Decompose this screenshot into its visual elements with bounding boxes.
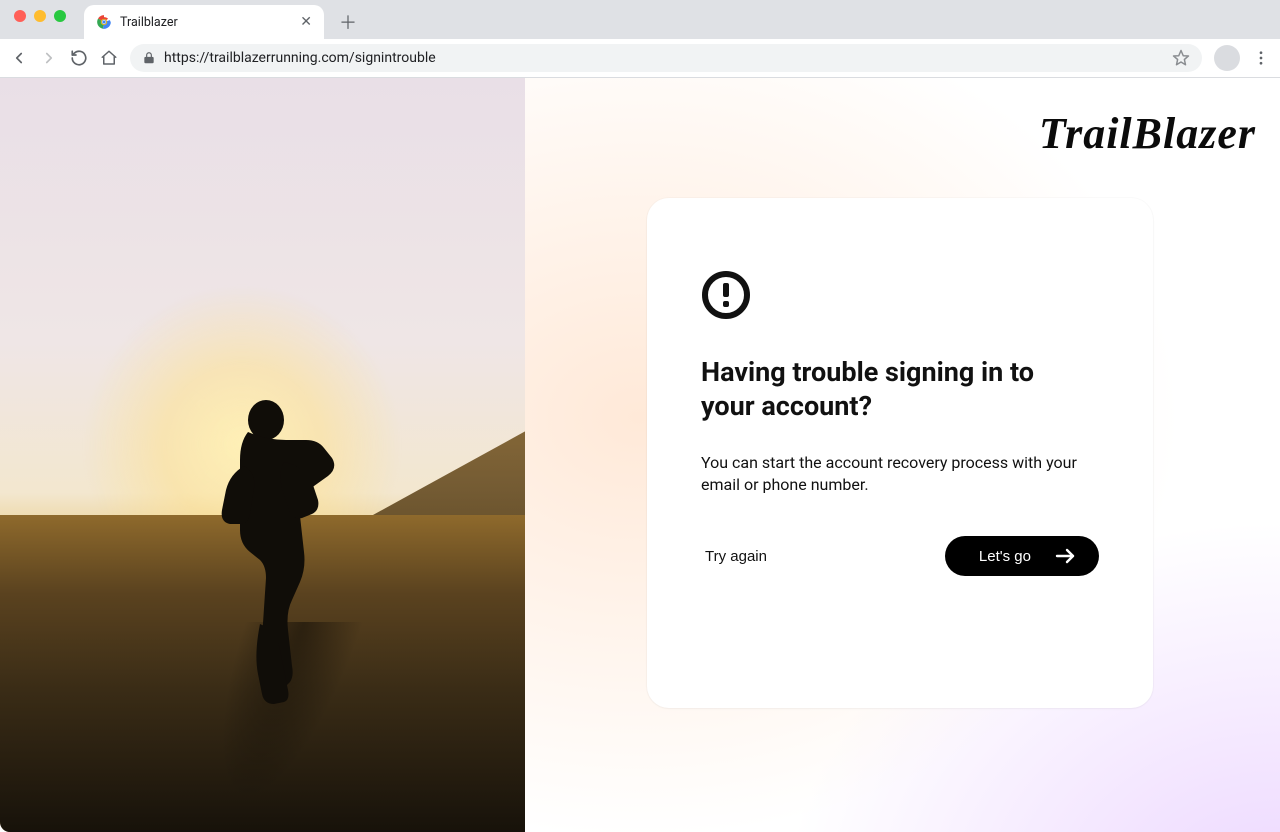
runner-silhouette-icon [188,392,338,726]
try-again-link[interactable]: Try again [701,540,771,573]
window-close-button[interactable] [14,10,26,22]
browser-toolbar: https://trailblazerrunning.com/signintro… [0,39,1280,77]
right-pane: TrailBlazer Having trouble signing in to… [525,78,1280,832]
profile-avatar[interactable] [1214,45,1240,71]
favicon-icon [96,14,112,30]
browser-chrome: Trailblazer ✕ ＋ https://trailblazerrunni… [0,0,1280,78]
brand-logo: TrailBlazer [1039,108,1256,159]
card-actions: Try again Let's go [701,536,1099,576]
window-minimize-button[interactable] [34,10,46,22]
card-heading: Having trouble signing in to your accoun… [701,356,1081,424]
lets-go-button[interactable]: Let's go [945,536,1099,576]
lock-icon [142,51,156,65]
lets-go-label: Let's go [979,548,1031,565]
alert-icon [701,270,1099,324]
browser-tab[interactable]: Trailblazer ✕ [84,5,324,39]
tab-title: Trailblazer [120,15,292,30]
window-controls [10,0,74,39]
tabstrip: Trailblazer ✕ ＋ [0,0,1280,39]
kebab-menu-icon[interactable] [1252,49,1270,67]
home-button[interactable] [100,49,118,67]
address-bar[interactable]: https://trailblazerrunning.com/signintro… [130,44,1202,72]
window-maximize-button[interactable] [54,10,66,22]
url-text: https://trailblazerrunning.com/signintro… [164,50,1164,66]
hero-image [0,78,525,832]
bookmark-star-icon[interactable] [1172,49,1190,67]
page-content: TrailBlazer Having trouble signing in to… [0,78,1280,832]
recovery-card: Having trouble signing in to your accoun… [647,198,1153,708]
card-body: You can start the account recovery proce… [701,452,1081,497]
back-button[interactable] [10,49,28,67]
new-tab-button[interactable]: ＋ [334,8,362,36]
forward-button[interactable] [40,49,58,67]
tab-close-button[interactable]: ✕ [300,14,312,30]
arrow-right-icon [1055,547,1077,565]
reload-button[interactable] [70,49,88,67]
